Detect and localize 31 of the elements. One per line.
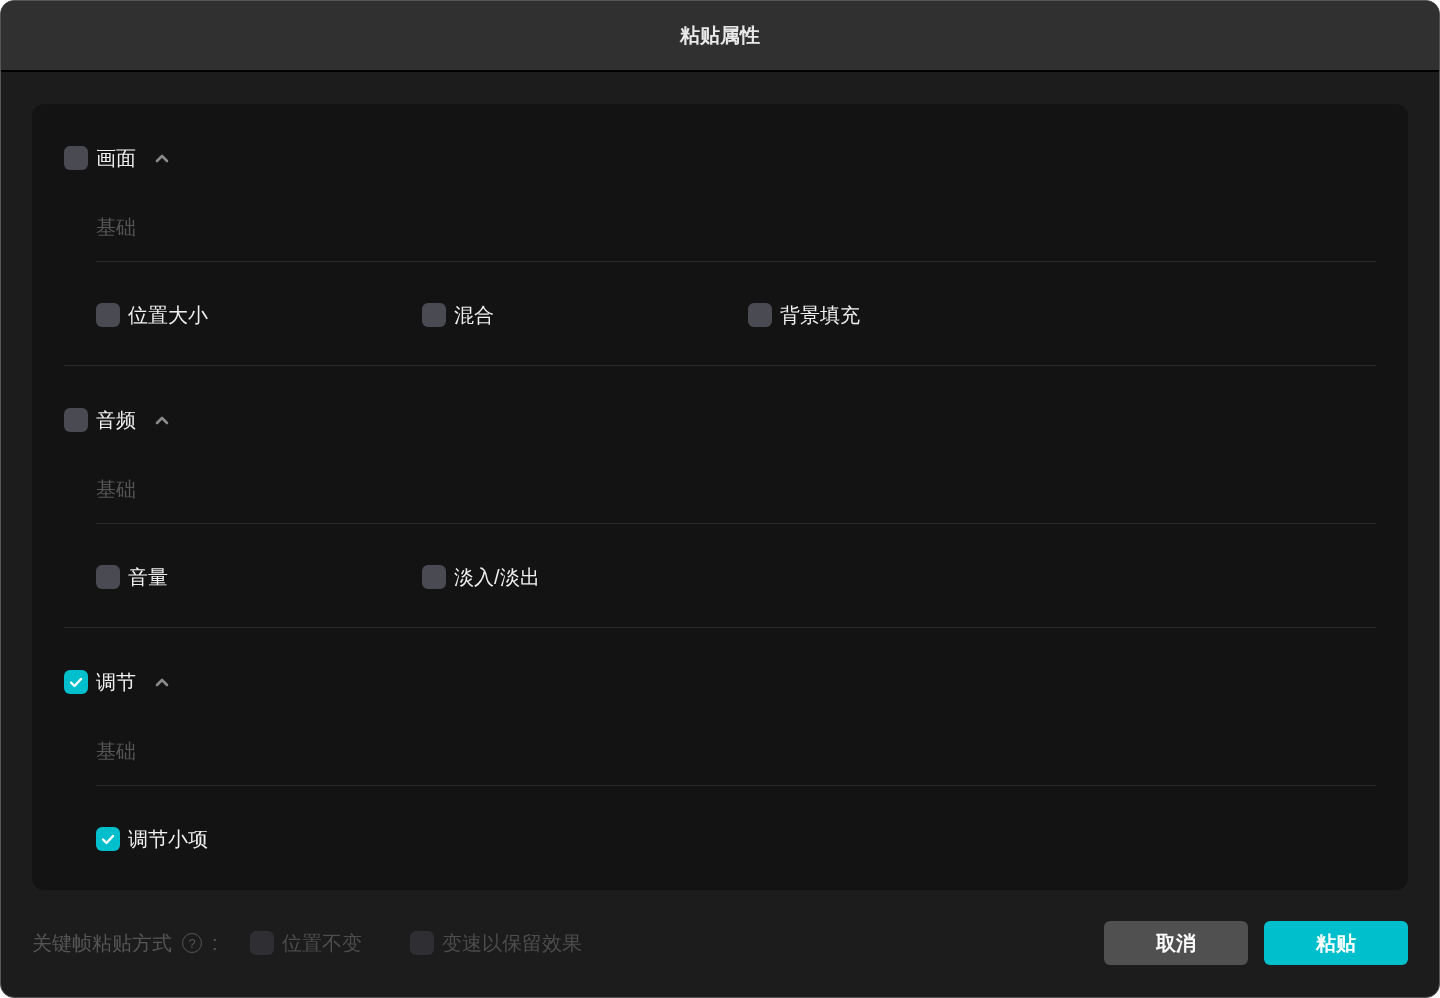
- section-label: 音频: [96, 407, 136, 433]
- window-title: 粘贴属性: [680, 23, 760, 48]
- cancel-button[interactable]: 取消: [1104, 921, 1248, 965]
- checkbox[interactable]: [96, 565, 120, 589]
- option-label: 淡入/淡出: [454, 564, 540, 590]
- option-label: 背景填充: [780, 302, 860, 328]
- checkbox[interactable]: [64, 146, 88, 170]
- checkbox[interactable]: [64, 408, 88, 432]
- checkmark-icon: [69, 676, 83, 688]
- group-label: 基础: [96, 214, 137, 240]
- checkbox[interactable]: [96, 827, 120, 851]
- paste-button[interactable]: 粘贴: [1264, 921, 1408, 965]
- checkbox[interactable]: [748, 303, 772, 327]
- option-label: 位置大小: [128, 302, 208, 328]
- chevron-up-icon[interactable]: [154, 415, 170, 425]
- chevron-up-icon[interactable]: [154, 153, 170, 163]
- section-label: 画面: [96, 145, 136, 171]
- option-label: 音量: [128, 564, 168, 590]
- chevron-up-icon[interactable]: [154, 677, 170, 687]
- checkbox[interactable]: [64, 670, 88, 694]
- option-label: 调节小项: [128, 826, 208, 852]
- checkmark-icon: [101, 833, 115, 845]
- checkbox[interactable]: [422, 565, 446, 589]
- option-label: 混合: [454, 302, 494, 328]
- checkbox[interactable]: [96, 303, 120, 327]
- checkbox[interactable]: [422, 303, 446, 327]
- colon: :: [212, 931, 218, 955]
- keyframe-mode-label: 关键帧粘贴方式: [32, 930, 172, 956]
- group-label: 基础: [96, 738, 137, 764]
- section-label: 调节: [96, 669, 136, 695]
- group-label: 基础: [96, 476, 137, 502]
